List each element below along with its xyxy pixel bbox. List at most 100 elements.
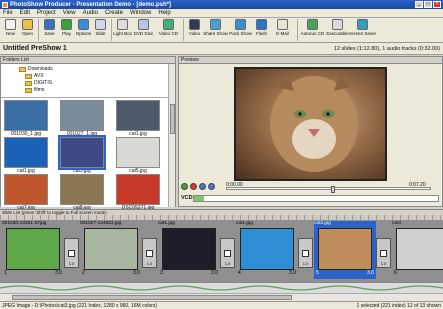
thumbnail-item[interactable]: cat8.jpg [60,174,104,211]
slide-slot[interactable]: 001030-13451-37jpg 1 3.0 [2,221,64,279]
thumbnail-item[interactable]: cat1.jpg [4,137,48,174]
slide-slot[interactable]: cat4 6 [392,221,443,279]
folder-icon [25,87,32,93]
audio-track[interactable] [0,282,443,293]
scrollbar-thumb[interactable] [170,104,175,134]
menu-bar: File Edit Project View Audio Create Wind… [0,9,443,18]
toolbar-button-label: DVD Disc [133,31,154,36]
timeline-scrollbar[interactable] [0,293,443,301]
close-button[interactable]: × [433,1,441,8]
menu-file[interactable]: File [3,10,13,16]
folders-scrollbar[interactable] [168,64,175,207]
thumbnail-item[interactable]: cat1.jpg [116,100,160,137]
toolbar-button-label: Play [62,31,71,36]
toolbar-button-play[interactable]: Play [58,18,75,42]
toolbar-button-video-cd[interactable]: Video CD [156,18,181,42]
folder-item[interactable]: filmo [25,87,45,93]
transition-duration: 1.0 [224,261,231,266]
toolbar-button-label: Screen Saver [348,31,377,36]
project-title: Untitled PreShow 1 [3,45,67,52]
video-icon [189,19,200,30]
toolbar-button-light-box[interactable]: Light Box [113,18,132,42]
thumbnail-item[interactable]: 001027_1.jpg [60,100,104,137]
toolbar-button-label: Save [44,31,55,36]
open-icon [22,19,33,30]
menu-help[interactable]: Help [158,10,170,16]
slide-slot[interactable]: cat3.jpg 5 3.0 [314,221,376,279]
maximize-button[interactable]: □ [424,1,432,8]
toolbar-button-share-show[interactable]: Share Show [203,18,228,42]
transition-slot[interactable]: 1.0 [64,238,79,268]
thumbnail-image [116,137,160,168]
prev-icon[interactable] [199,183,206,190]
toolbar-button-executable[interactable]: Executable [325,18,350,42]
toolbar-button-dvd-disc[interactable]: DVD Disc [131,18,156,42]
transition-slot[interactable]: 1.0 [220,238,235,268]
preview-pane-header: Preview [179,57,442,64]
toolbar-button-e-mail[interactable]: E-Mail [270,18,295,42]
toolbar-button-new[interactable]: New [2,18,19,42]
toolbar-button-video[interactable]: Video [186,18,203,42]
save-icon [44,19,55,30]
new-icon [5,19,16,30]
thumbnail-image [4,100,48,131]
audio-waveform [0,285,443,291]
app-icon [2,1,8,8]
transition-slot[interactable]: 1.0 [298,238,313,268]
menu-edit[interactable]: Edit [20,10,30,16]
thumbnail-item[interactable]: cat5.jpg [116,137,160,174]
play-icon[interactable] [181,183,188,190]
menu-project[interactable]: Project [37,10,56,16]
slide-image [6,228,60,270]
slide-image [318,228,372,270]
slide-icon [95,19,106,30]
thumbnail-item[interactable]: 001030_1.jpg [4,100,48,137]
folder-item[interactable]: AVX [25,73,44,79]
folder-label: Downloads [28,66,53,72]
menu-audio[interactable]: Audio [83,10,98,16]
folder-label: filmo [34,87,45,93]
toolbar-separator [297,19,298,41]
timeline-scrollbar-thumb[interactable] [12,295,292,300]
toolbar-button-autorun-cd[interactable]: Autorun CD [300,18,325,42]
menu-create[interactable]: Create [105,10,123,16]
toolbar-button-save[interactable]: Save [41,18,58,42]
playback-controls: 0:00.00 0:07.20 VCD [181,182,439,205]
toolbar-button-flash[interactable]: Flash [253,18,270,42]
thumbnail-image [60,174,104,205]
toolbar-button-label: Open [21,31,33,36]
slide-slot[interactable]: cat1.jpg 3 3.0 [158,221,220,279]
minimize-button[interactable]: _ [415,1,423,8]
toolbar-button-slide[interactable]: Slide [92,18,109,42]
transition-slot[interactable]: 1.0 [376,238,391,268]
transition-slot[interactable]: 1.0 [142,238,157,268]
folder-item[interactable]: Downloads [19,66,53,72]
toolbar-separator [111,19,112,41]
toolbar-button-label: Flash [255,31,267,36]
slide-slot[interactable]: 001027-134622.jpg 2 3.0 [80,221,142,279]
toolbar-button-screen-saver[interactable]: Screen Saver [348,18,377,42]
slide-number: 6 [394,270,397,276]
next-icon[interactable] [208,183,215,190]
slide-caption: cat1.jpg [158,221,175,226]
folder-icon [19,66,26,72]
toolbar-button-options[interactable]: Options [75,18,92,42]
slide-list: 001030-13451-37jpg 1 3.0 1.0 001027-134622.j… [0,220,443,282]
stop-icon[interactable] [190,183,197,190]
toolbar-button-pack-show[interactable]: Pack Show [228,18,253,42]
slide-slot[interactable]: cat1.jpg 4 3.0 [236,221,298,279]
seek-slider[interactable] [226,186,431,193]
dvd-disc-icon [138,19,149,30]
thumbnail-item[interactable]: DSC05271.jpg [116,174,160,211]
menu-view[interactable]: View [63,10,76,16]
time-end: 0:07.20 [409,182,426,188]
toolbar-button-label: Executable [326,31,349,36]
seek-knob[interactable] [331,186,335,193]
window-title: PhotoShow Producer - Presentation Demo -… [10,1,172,8]
folder-icon [25,80,32,86]
folder-item[interactable]: DIGITIS [25,80,52,86]
thumbnail-item[interactable]: cat7.jpg [4,174,48,211]
toolbar-button-open[interactable]: Open [19,18,36,42]
thumbnail-item[interactable]: cat3.jpg [58,135,106,174]
menu-window[interactable]: Window [130,10,151,16]
